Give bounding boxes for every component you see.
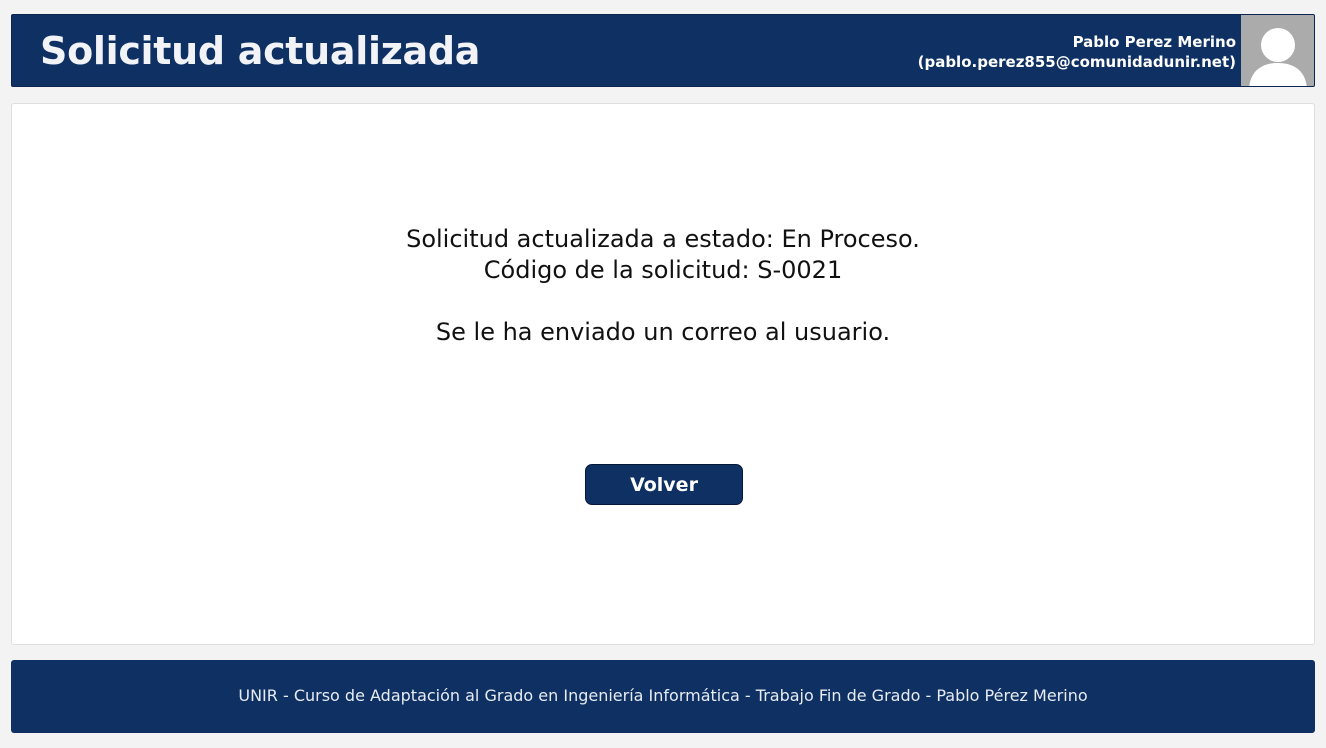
user-email: (pablo.perez855@comunidadunir.net)	[917, 53, 1236, 71]
user-name: Pablo Perez Merino	[1072, 33, 1236, 51]
back-button[interactable]: Volver	[585, 464, 743, 505]
request-code-message: Código de la solicitud: S-0021	[483, 256, 843, 284]
user-info: Pablo Perez Merino (pablo.perez855@comun…	[918, 32, 1236, 72]
user-silhouette-icon	[1249, 28, 1307, 86]
content-card: Solicitud actualizada a estado: En Proce…	[11, 103, 1315, 645]
status-message: Solicitud actualizada a estado: En Proce…	[406, 225, 920, 253]
page-title: Solicitud actualizada	[40, 29, 481, 73]
app-header: Solicitud actualizada Pablo Perez Merino…	[11, 14, 1315, 87]
avatar[interactable]	[1241, 15, 1314, 86]
app-footer: UNIR - Curso de Adaptación al Grado en I…	[11, 660, 1315, 733]
footer-text: UNIR - Curso de Adaptación al Grado en I…	[238, 686, 1088, 705]
email-sent-message: Se le ha enviado un correo al usuario.	[435, 318, 891, 346]
